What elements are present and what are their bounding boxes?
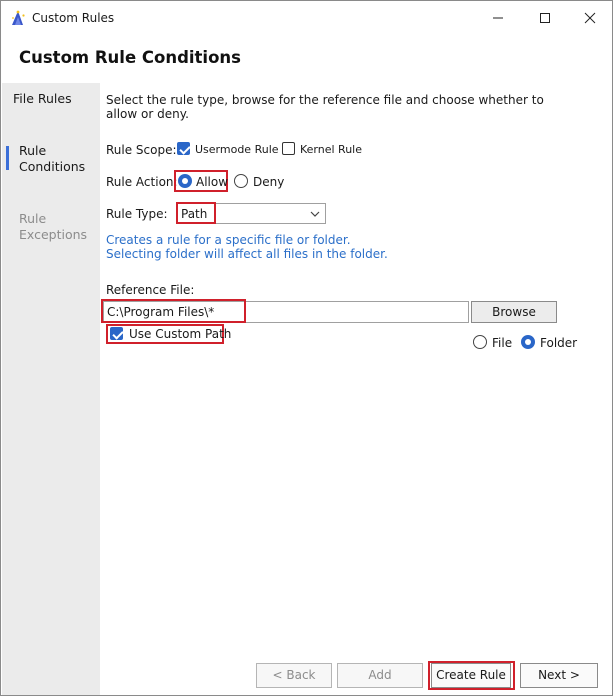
rule-conditions-panel: Select the rule type, browse for the ref…	[100, 83, 612, 695]
add-button[interactable]: Add	[337, 663, 423, 688]
minimize-button[interactable]	[475, 1, 521, 35]
page-title: Custom Rule Conditions	[19, 48, 241, 67]
reference-path-highlight-box	[101, 299, 246, 323]
usermode-rule-checkbox[interactable]	[177, 142, 190, 155]
maximize-button[interactable]	[522, 1, 568, 35]
file-radio[interactable]	[473, 335, 487, 349]
use-custom-path-checkbox[interactable]	[110, 327, 123, 340]
custom-rules-window: Custom Rules Custom Rule Conditions File…	[0, 0, 613, 696]
usermode-rule-label: Usermode Rule	[195, 143, 279, 156]
maximize-icon	[540, 13, 550, 23]
rule-type-label: Rule Type:	[106, 207, 168, 221]
page-description: Select the rule type, browse for the ref…	[106, 93, 544, 121]
use-custom-path-label: Use Custom Path	[129, 327, 232, 341]
close-button[interactable]	[567, 1, 613, 35]
rule-type-highlight-box	[176, 202, 216, 224]
window-title: Custom Rules	[32, 11, 115, 25]
minimize-icon	[493, 17, 503, 19]
sidebar-item-rule-conditions[interactable]: Rule Conditions	[19, 143, 85, 175]
hint-line-1: Creates a rule for a specific file or fo…	[106, 233, 351, 247]
chevron-down-icon	[310, 211, 320, 217]
sidebar-active-marker	[6, 146, 9, 170]
browse-button[interactable]: Browse	[471, 301, 557, 323]
sidebar-item-file-rules[interactable]: File Rules	[13, 91, 72, 107]
folder-radio[interactable]	[521, 335, 535, 349]
close-icon	[584, 12, 596, 24]
title-bar: Custom Rules	[1, 1, 612, 35]
kernel-rule-label: Kernel Rule	[300, 143, 362, 156]
allow-label: Allow	[196, 175, 229, 189]
file-radio-label: File	[492, 336, 513, 350]
kernel-rule-checkbox[interactable]	[282, 142, 295, 155]
reference-file-label: Reference File:	[106, 283, 195, 297]
deny-radio[interactable]	[234, 174, 248, 188]
create-rule-highlight-box	[428, 661, 515, 690]
sidebar-item-rule-exceptions: Rule Exceptions	[19, 211, 88, 242]
rule-scope-label: Rule Scope:	[106, 143, 177, 157]
wizard-app-icon	[12, 10, 25, 25]
allow-radio[interactable]	[178, 174, 192, 188]
next-button[interactable]: Next >	[520, 663, 598, 688]
folder-radio-label: Folder	[540, 336, 578, 350]
wizard-sidebar: File Rules Rule Conditions Rule Exceptio…	[2, 83, 100, 695]
deny-label: Deny	[253, 175, 285, 189]
hint-line-2: Selecting folder will affect all files i…	[106, 247, 388, 261]
back-button[interactable]: < Back	[256, 663, 332, 688]
rule-type-hint: Creates a rule for a specific file or fo…	[106, 233, 506, 261]
rule-action-label: Rule Action:	[106, 175, 178, 189]
